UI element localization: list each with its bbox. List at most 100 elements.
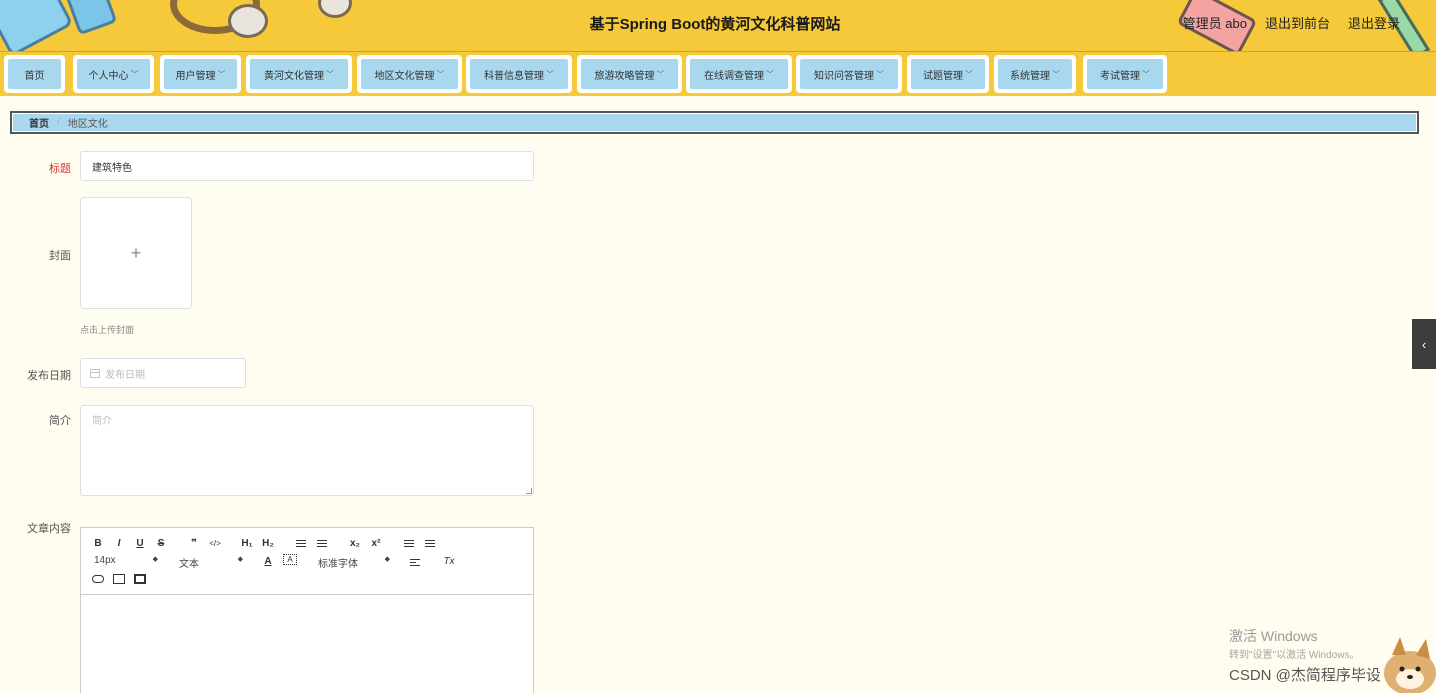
csdn-watermark: CSDN @杰简程序毕设 xyxy=(1229,667,1381,684)
nav-item-science-info[interactable]: 科普信息管理 ﹀ xyxy=(466,55,572,93)
code-block-button[interactable]: </> xyxy=(207,536,223,550)
nav-item-knowledge-qa[interactable]: 知识问答管理 ﹀ xyxy=(796,55,902,93)
nav-item-label: 旅游攻略管理 xyxy=(594,70,655,82)
chevron-down-icon: ﹀ xyxy=(217,69,226,79)
windows-activation-title: 激活 Windows xyxy=(1229,628,1318,644)
calendar-icon xyxy=(90,368,100,378)
editor-content-area[interactable] xyxy=(81,595,533,693)
header-format-value: 文本 xyxy=(179,559,199,570)
header-user-actions: 管理员 abo 退出到前台 退出登录 xyxy=(1183,13,1400,32)
nav-item-home[interactable]: 首页 xyxy=(4,55,65,93)
font-size-select[interactable]: 14px ◆ xyxy=(94,555,158,566)
bullet-list-icon[interactable] xyxy=(315,536,329,550)
nav-item-label: 黄河文化管理 xyxy=(264,70,324,82)
text-color-button[interactable]: A xyxy=(262,554,274,568)
title-label: 标题 xyxy=(49,163,71,175)
cover-upload-tip: 点击上传封面 xyxy=(80,325,135,335)
nav-item-label: 考试管理 xyxy=(1100,70,1140,82)
align-icon[interactable] xyxy=(408,555,422,569)
chevron-down-icon: ﹀ xyxy=(436,69,445,79)
content-label: 文章内容 xyxy=(27,523,71,535)
select-arrows-icon: ◆ xyxy=(237,556,243,563)
underline-button[interactable]: U xyxy=(134,536,146,550)
link-icon[interactable] xyxy=(92,575,104,583)
chevron-down-icon: ﹀ xyxy=(326,69,334,79)
nav-item-personal-center[interactable]: 个人中心 ﹀ xyxy=(73,55,154,93)
dog-avatar-icon xyxy=(1384,637,1436,693)
resize-handle-icon[interactable] xyxy=(526,488,532,494)
clear-format-button[interactable]: Tx xyxy=(441,554,457,568)
superscript-button[interactable]: x² xyxy=(368,536,384,550)
rich-text-editor: B I U S ❞ </> H₁ H₂ x₂ x² 14px ◆ 文本 ◆ A A xyxy=(80,527,534,693)
chevron-down-icon: ﹀ xyxy=(1142,69,1150,79)
nav-item-label: 系统管理 xyxy=(1010,70,1050,82)
exit-to-front-link[interactable]: 退出到前台 xyxy=(1265,13,1330,32)
intro-label: 简介 xyxy=(49,415,71,427)
intro-textarea[interactable]: 简介 xyxy=(80,405,534,496)
breadcrumb-current: 地区文化 xyxy=(67,119,108,130)
chevron-left-icon: ‹ xyxy=(1421,336,1427,352)
font-family-value: 标准字体 xyxy=(318,559,358,570)
cover-upload-button[interactable]: + xyxy=(80,197,192,309)
background-color-icon[interactable]: A xyxy=(283,554,297,565)
chevron-down-icon: ﹀ xyxy=(965,69,973,79)
editor-toolbar: B I U S ❞ </> H₁ H₂ x₂ x² 14px ◆ 文本 ◆ A A xyxy=(81,528,533,595)
ordered-list-icon[interactable] xyxy=(294,536,308,550)
publish-date-picker[interactable]: 发布日期 xyxy=(80,358,246,388)
nav-item-label: 在线调查管理 xyxy=(704,70,764,82)
nav-item-label: 科普信息管理 xyxy=(484,70,544,82)
nav-item-online-survey[interactable]: 在线调查管理 ﹀ xyxy=(686,55,792,93)
nav-item-user-management[interactable]: 用户管理 ﹀ xyxy=(160,55,241,93)
chevron-down-icon: ﹀ xyxy=(130,69,139,79)
outdent-icon[interactable] xyxy=(402,536,416,550)
font-size-value: 14px xyxy=(94,555,116,566)
cover-label: 封面 xyxy=(49,250,71,262)
blockquote-button[interactable]: ❞ xyxy=(187,536,201,550)
nav-item-label: 试题管理 xyxy=(923,70,963,82)
nav-item-label: 用户管理 xyxy=(175,70,216,82)
bold-button[interactable]: B xyxy=(92,536,104,550)
italic-button[interactable]: I xyxy=(113,536,125,550)
nav-item-system-management[interactable]: 系统管理 ﹀ xyxy=(994,55,1076,93)
font-family-select[interactable]: 标准字体 ◆ xyxy=(318,555,390,570)
nav-item-question-management[interactable]: 试题管理 ﹀ xyxy=(907,55,989,93)
nav-item-exam-management[interactable]: 考试管理 ﹀ xyxy=(1083,55,1167,93)
nav-item-label: 个人中心 xyxy=(88,70,129,82)
chevron-down-icon: ﹀ xyxy=(876,69,884,79)
collapse-panel-toggle[interactable]: ‹ xyxy=(1412,319,1436,369)
breadcrumb-home-link[interactable]: 首页 xyxy=(29,115,49,130)
title-field[interactable]: 建筑特色 xyxy=(80,151,534,181)
top-header: 基于Spring Boot的黄河文化科普网站 管理员 abo 退出到前台 退出登… xyxy=(0,0,1436,52)
logout-link[interactable]: 退出登录 xyxy=(1348,13,1400,32)
nav-item-label: 首页 xyxy=(24,70,45,82)
title-value: 建筑特色 xyxy=(92,162,132,174)
video-icon[interactable] xyxy=(134,574,146,584)
chevron-down-icon: ﹀ xyxy=(546,69,554,79)
breadcrumb-separator: / xyxy=(57,117,60,128)
image-icon[interactable] xyxy=(113,574,125,584)
windows-activation-subtitle: 转到"设置"以激活 Windows。 xyxy=(1229,650,1360,661)
heading2-button[interactable]: H₂ xyxy=(260,536,276,550)
main-nav: 首页 个人中心 ﹀ 用户管理 ﹀ 黄河文化管理 ﹀ 地区文化管理 ﹀ 科普信息管理 ﹀ 旅… xyxy=(0,52,1436,96)
publish-date-label: 发布日期 xyxy=(27,370,71,382)
chevron-down-icon: ﹀ xyxy=(656,69,665,79)
nav-item-regional-culture[interactable]: 地区文化管理 ﹀ xyxy=(357,55,462,93)
strikethrough-button[interactable]: S xyxy=(155,536,167,550)
current-user-label: 管理员 abo xyxy=(1182,16,1247,31)
header-format-select[interactable]: 文本 ◆ xyxy=(179,555,243,570)
plus-icon: + xyxy=(130,242,142,263)
nav-item-label: 地区文化管理 xyxy=(374,70,435,82)
nav-item-yellow-river-culture[interactable]: 黄河文化管理 ﹀ xyxy=(246,55,352,93)
subscript-button[interactable]: x₂ xyxy=(347,536,363,550)
select-arrows-icon: ◆ xyxy=(152,556,158,563)
breadcrumb: 首页 / 地区文化 xyxy=(10,111,1419,134)
chevron-down-icon: ﹀ xyxy=(1052,69,1060,79)
publish-date-placeholder: 发布日期 xyxy=(105,369,145,381)
select-arrows-icon: ◆ xyxy=(384,556,390,563)
nav-item-label: 知识问答管理 xyxy=(814,70,874,82)
heading1-button[interactable]: H₁ xyxy=(239,536,255,550)
intro-placeholder: 简介 xyxy=(92,416,112,427)
indent-icon[interactable] xyxy=(423,536,437,550)
chevron-down-icon: ﹀ xyxy=(766,69,774,79)
nav-item-travel-guide[interactable]: 旅游攻略管理 ﹀ xyxy=(577,55,682,93)
